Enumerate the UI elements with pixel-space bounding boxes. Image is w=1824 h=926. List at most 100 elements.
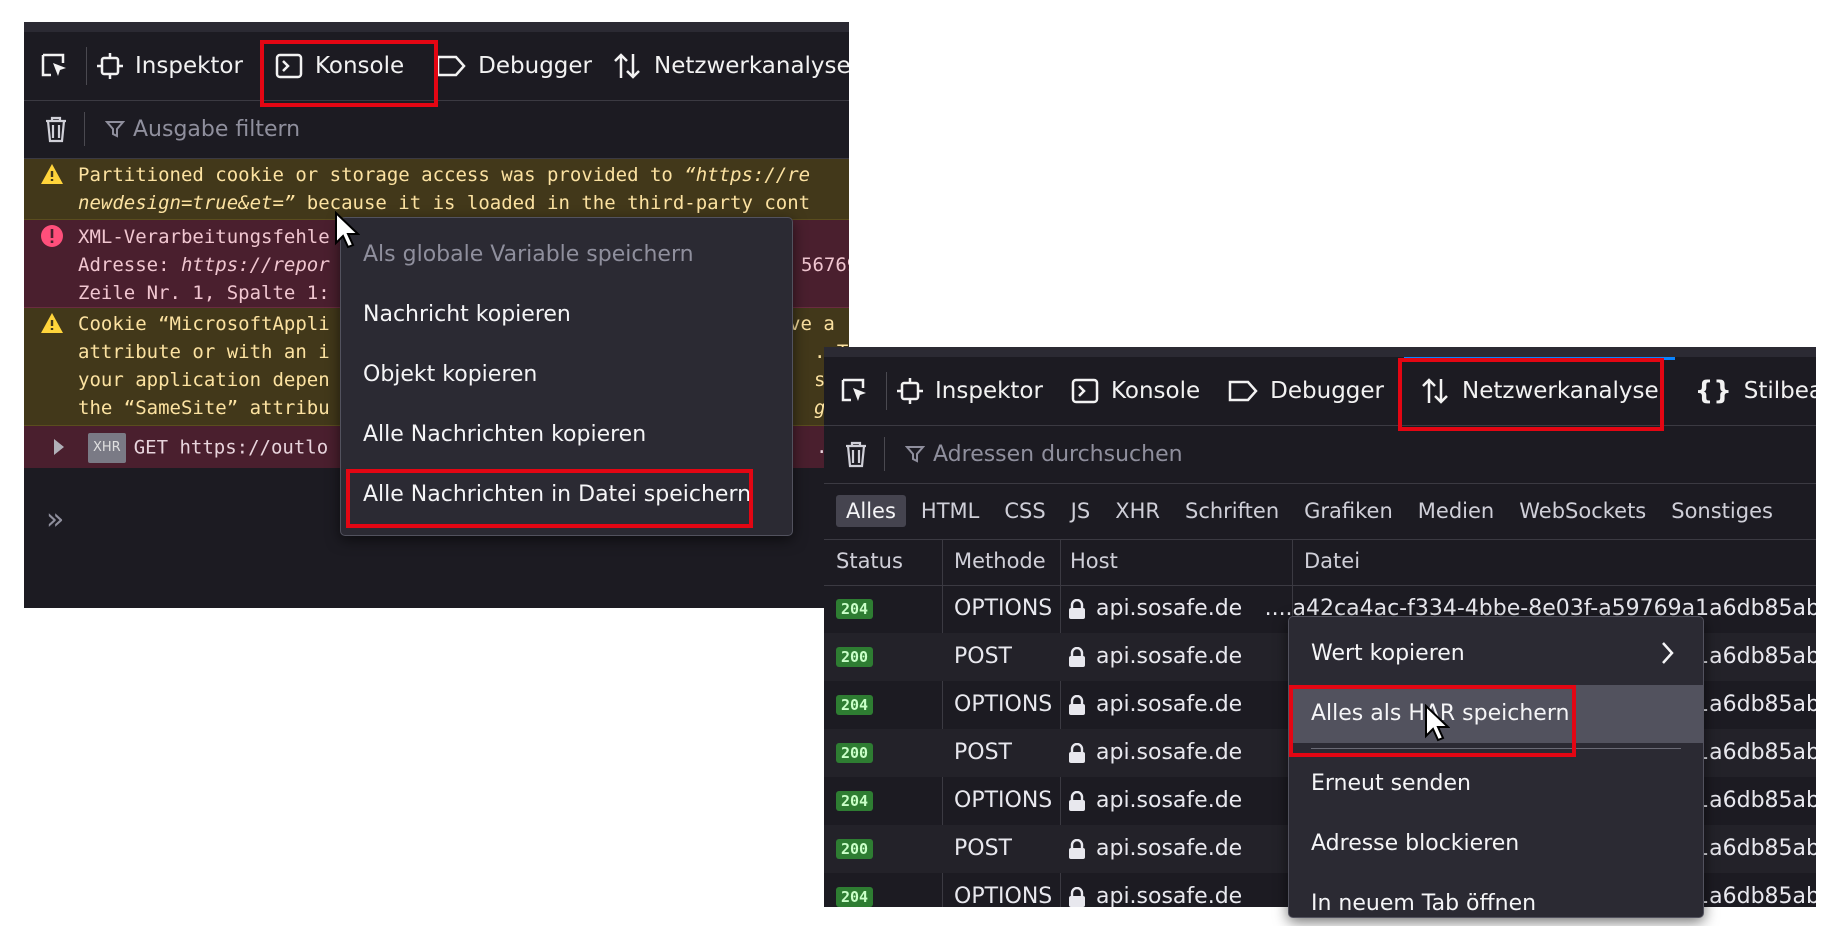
filter-tab-xhr[interactable]: XHR xyxy=(1105,495,1170,527)
msg2-line2a: Adresse: xyxy=(78,254,181,276)
msg1-line1b: “https://re xyxy=(684,164,811,186)
menu-copy-object[interactable]: Objekt kopieren xyxy=(363,362,537,387)
filter-tab-css[interactable]: CSS xyxy=(994,495,1055,527)
filter-tab-images[interactable]: Grafiken xyxy=(1294,495,1403,527)
filter-tab-html[interactable]: HTML xyxy=(911,495,989,527)
filter-tab-fonts[interactable]: Schriften xyxy=(1175,495,1289,527)
tab-inspector-label: Inspektor xyxy=(935,378,1043,404)
tab-debugger-label: Debugger xyxy=(478,53,592,79)
trash-icon[interactable] xyxy=(44,115,68,143)
submenu-chevron-icon xyxy=(1662,642,1674,664)
menu-copy-message[interactable]: Nachricht kopieren xyxy=(363,302,571,327)
msg3-line1a: Cookie “MicrosoftAppli xyxy=(78,313,330,335)
request-method: OPTIONS xyxy=(954,692,1053,717)
status-badge: 200 xyxy=(836,839,874,859)
tab-debugger[interactable]: Debugger xyxy=(426,32,602,100)
lock-icon xyxy=(1069,839,1085,859)
msg3-line1b: ve a xyxy=(789,313,835,335)
tab-console[interactable]: Konsole xyxy=(1061,357,1210,425)
braces-icon: {} xyxy=(1694,376,1732,406)
tab-debugger-label: Debugger xyxy=(1270,378,1384,404)
request-host-cell: api.sosafe.de xyxy=(1068,788,1242,813)
menu-block-url[interactable]: Adresse blockieren xyxy=(1311,831,1519,856)
column-host[interactable]: Host xyxy=(1070,549,1118,573)
error-icon xyxy=(41,225,63,247)
element-picker-button[interactable] xyxy=(824,357,886,425)
devtools-toolbar: Inspektor Konsole Debugger Netzwerkanaly… xyxy=(824,357,1816,426)
menu-open-in-new-tab[interactable]: In neuem Tab öffnen xyxy=(1311,891,1536,916)
request-host-cell: api.sosafe.de xyxy=(1068,692,1242,717)
request-host: api.sosafe.de xyxy=(1096,596,1243,621)
tab-inspector-label: Inspektor xyxy=(135,53,243,79)
warning-icon xyxy=(41,164,63,184)
output-filter-input[interactable]: Ausgabe filtern xyxy=(105,117,300,142)
request-host-cell: api.sosafe.de xyxy=(1068,740,1242,765)
request-method: POST xyxy=(954,836,1012,861)
console-warning-message[interactable]: Partitioned cookie or storage access was… xyxy=(24,159,849,220)
status-badge: 204 xyxy=(836,695,874,715)
status-badge: 204 xyxy=(836,599,874,619)
filter-tab-js[interactable]: JS xyxy=(1061,495,1101,527)
lock-icon xyxy=(1069,599,1085,619)
status-badge: 200 xyxy=(836,743,874,763)
column-status[interactable]: Status xyxy=(836,549,903,573)
menu-store-global-variable: Als globale Variable speichern xyxy=(363,242,694,267)
network-tab-highlight xyxy=(1398,358,1664,431)
request-host: api.sosafe.de xyxy=(1096,836,1243,861)
filter-separator xyxy=(884,437,885,471)
tab-style-editor-label: Stilbearb xyxy=(1743,378,1816,404)
lock-icon xyxy=(1069,743,1085,763)
msg2-line2c: 56769 xyxy=(801,254,849,276)
filter-tab-all[interactable]: Alles xyxy=(836,495,906,527)
request-method: POST xyxy=(954,740,1012,765)
lock-icon xyxy=(1069,647,1085,667)
network-filter-bar: Adressen durchsuchen xyxy=(824,425,1816,484)
request-file: 1a6db85ab xyxy=(1695,740,1816,765)
network-context-menu: Wert kopieren Alles als HAR speichern Er… xyxy=(1288,616,1704,918)
filter-separator xyxy=(84,112,85,146)
lock-icon xyxy=(1069,887,1085,907)
element-picker-button[interactable] xyxy=(24,32,86,100)
msg3-line3a: your application depen xyxy=(78,369,330,391)
column-method[interactable]: Methode xyxy=(954,549,1046,573)
panel-top-strip xyxy=(824,347,1816,357)
msg1-line1a: Partitioned cookie or storage access was… xyxy=(78,164,685,186)
tab-network[interactable]: Netzwerkanalyse xyxy=(602,32,849,100)
msg2-line1: XML-Verarbeitungsfehle xyxy=(78,226,330,248)
url-search-input[interactable]: Adressen durchsuchen xyxy=(905,442,1183,467)
menu-resend[interactable]: Erneut senden xyxy=(1311,771,1471,796)
request-host-cell: api.sosafe.de xyxy=(1068,596,1242,621)
tab-debugger[interactable]: Debugger xyxy=(1218,357,1394,425)
trash-icon[interactable] xyxy=(844,440,868,468)
request-host-cell: api.sosafe.de xyxy=(1068,836,1242,861)
request-host: api.sosafe.de xyxy=(1096,884,1243,907)
status-badge: 200 xyxy=(836,647,874,667)
request-method: POST xyxy=(954,644,1012,669)
request-host: api.sosafe.de xyxy=(1096,740,1243,765)
console-prompt-icon[interactable]: » xyxy=(46,502,64,537)
element-picker-icon xyxy=(41,53,66,77)
tab-inspector[interactable]: Inspektor xyxy=(887,357,1053,425)
msg2-line2b: https://repor xyxy=(180,254,330,276)
konsole-tab-highlight xyxy=(260,40,438,107)
status-badge: 204 xyxy=(836,791,874,811)
filter-tab-other[interactable]: Sonstiges xyxy=(1661,495,1783,527)
expand-triangle-icon[interactable] xyxy=(52,438,66,456)
tab-style-editor[interactable]: {} Stilbearb xyxy=(1685,357,1816,425)
tab-inspector[interactable]: Inspektor xyxy=(87,32,253,100)
console-icon xyxy=(1071,378,1099,404)
menu-copy-all-messages[interactable]: Alle Nachrichten kopieren xyxy=(363,422,646,447)
request-table-header: Status Methode Host Datei xyxy=(824,539,1816,586)
request-host: api.sosafe.de xyxy=(1096,692,1243,717)
column-file[interactable]: Datei xyxy=(1304,549,1360,573)
request-method: OPTIONS xyxy=(954,884,1053,907)
filter-funnel-icon xyxy=(105,121,125,138)
tab-network-label: Netzwerkanalyse xyxy=(654,53,849,79)
url-search-placeholder: Adressen durchsuchen xyxy=(933,441,1183,467)
request-host-cell: api.sosafe.de xyxy=(1068,884,1242,907)
msg3-line4a: the “SameSite” attribu xyxy=(78,397,330,419)
debugger-icon xyxy=(436,55,466,77)
filter-tab-media[interactable]: Medien xyxy=(1408,495,1504,527)
filter-tab-websockets[interactable]: WebSockets xyxy=(1509,495,1656,527)
menu-copy-value[interactable]: Wert kopieren xyxy=(1311,641,1465,666)
